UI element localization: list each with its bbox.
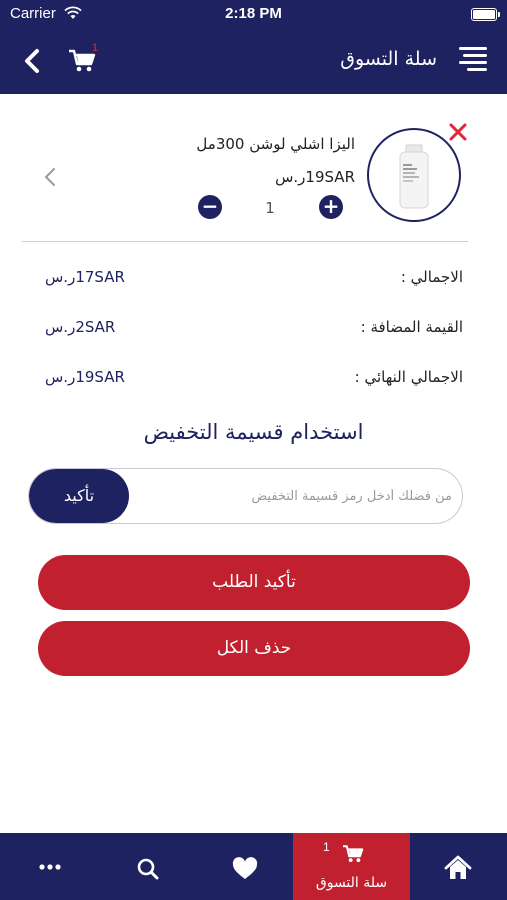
summary-final-row: الاجمالي النهائي : 19SARر.س <box>40 368 463 398</box>
total-label: الاجمالي : <box>400 268 463 286</box>
heart-icon <box>232 857 258 879</box>
quantity-decrease-button[interactable]: − <box>198 195 222 219</box>
chevron-left-icon[interactable] <box>42 166 58 188</box>
apply-discount-button[interactable]: تأكيد <box>29 469 129 523</box>
quantity-increase-button[interactable]: + <box>319 195 343 219</box>
summary-vat-row: القيمة المضافة : 2SARر.س <box>40 318 463 348</box>
tab-favorites[interactable] <box>195 833 293 900</box>
cart-icon <box>343 845 364 863</box>
vat-value: 2SARر.س <box>45 318 116 336</box>
tab-search[interactable] <box>100 833 195 900</box>
discount-code-input[interactable] <box>134 469 452 523</box>
search-icon <box>137 858 159 880</box>
delete-all-button[interactable]: حذف الكل <box>38 621 470 676</box>
chevron-left-icon[interactable] <box>18 46 48 76</box>
discount-title: استخدام قسيمة التخفيض <box>143 420 364 444</box>
divider <box>22 241 468 242</box>
remove-item-icon[interactable] <box>447 121 469 143</box>
product-price: 19SARر.س <box>275 168 355 186</box>
nav-bar: 1 سلة التسوق <box>0 28 507 94</box>
clock: 2:18 PM <box>225 5 282 22</box>
tab-cart-label: سلة التسوق <box>315 875 388 891</box>
battery-icon <box>471 8 500 21</box>
discount-code-field: تأكيد <box>28 468 463 524</box>
more-icon <box>39 864 61 870</box>
product-thumbnail <box>367 128 461 222</box>
summary-total-row: الاجمالي : 17SARر.س <box>40 268 463 298</box>
total-value: 17SARر.س <box>45 268 125 286</box>
confirm-order-button[interactable]: تأكيد الطلب <box>38 555 470 610</box>
tab-home[interactable] <box>410 833 507 900</box>
final-total-value: 19SARر.س <box>45 368 125 386</box>
bottom-tab-bar: 1 سلة التسوق <box>0 833 507 900</box>
home-icon <box>444 855 472 879</box>
status-bar: Carrier 2:18 PM <box>0 0 507 28</box>
quantity-value: 1 <box>265 199 275 217</box>
product-name: اليزا اشلي لوشن 300مل <box>196 135 355 153</box>
vat-label: القيمة المضافة : <box>360 318 463 336</box>
cart-count-badge: 1 <box>92 42 99 54</box>
page-title: سلة التسوق <box>340 48 437 70</box>
tab-more[interactable] <box>0 833 100 900</box>
tab-cart[interactable]: 1 سلة التسوق <box>293 833 410 900</box>
menu-icon[interactable] <box>457 44 489 74</box>
tab-cart-count: 1 <box>323 840 330 854</box>
final-total-label: الاجمالي النهائي : <box>354 368 463 386</box>
lotion-bottle-icon <box>399 144 429 209</box>
